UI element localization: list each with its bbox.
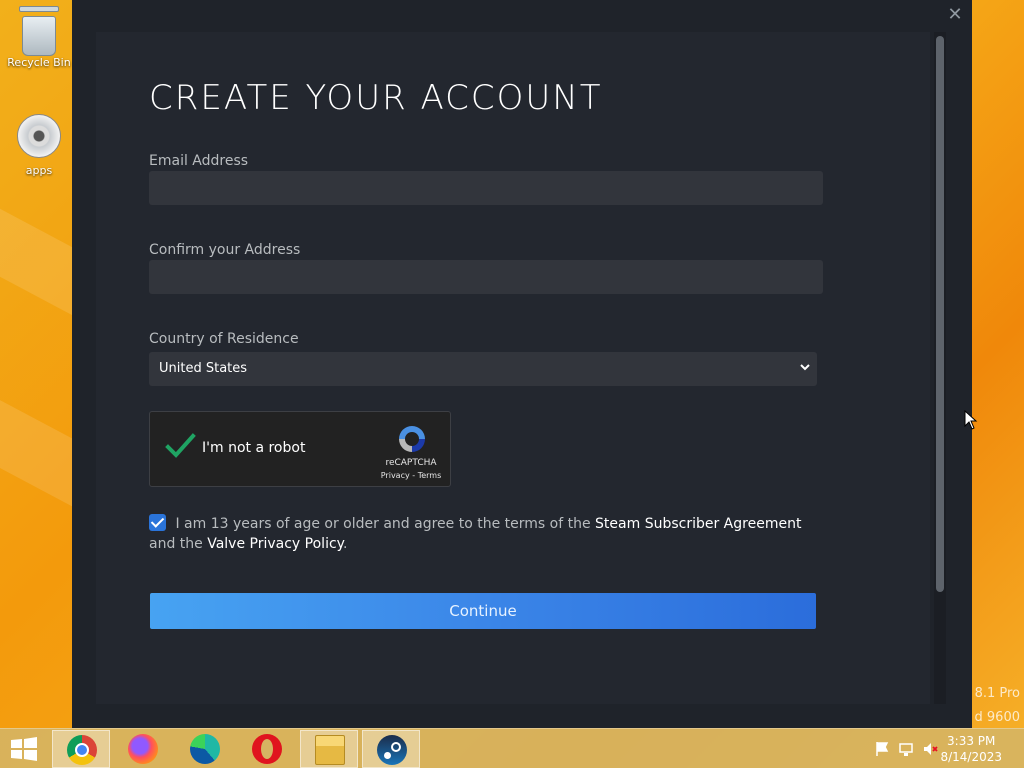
scrollbar-thumb[interactable] [936,36,944,592]
taskbar: 3:33 PM 8/14/2023 [0,728,1024,768]
system-clock[interactable]: 3:33 PM 8/14/2023 [940,733,1002,765]
taskbar-app-file-explorer[interactable] [300,730,358,768]
agreement-checkbox[interactable] [149,514,166,531]
taskbar-app-steam[interactable] [362,730,420,768]
steam-create-account-window: ✕ CREATE YOUR ACCOUNT Email Address Conf… [72,0,972,728]
mouse-cursor-icon [964,410,978,430]
taskbar-app-opera[interactable] [238,730,296,768]
desktop-icon-label: apps [25,164,53,177]
taskbar-app-firefox[interactable] [114,730,172,768]
flag-icon[interactable] [874,741,890,757]
recaptcha-links[interactable]: Privacy - Terms [375,471,447,480]
country-select[interactable]: United States [149,352,817,386]
clock-time: 3:33 PM [947,734,996,748]
edge-icon [190,734,220,764]
clock-date: 8/14/2023 [940,750,1002,764]
email-field[interactable] [149,171,823,205]
recaptcha-brand: reCAPTCHA [385,458,437,468]
recaptcha-label: I'm not a robot [202,440,306,456]
desktop-icon-label: Recycle Bin [7,56,71,69]
subscriber-agreement-link[interactable]: Steam Subscriber Agreement [595,516,801,532]
taskbar-app-edge[interactable] [176,730,234,768]
disc-icon [15,114,63,162]
confirm-email-label: Confirm your Address [149,242,301,258]
windows-start-icon[interactable] [10,737,38,761]
desktop-icon-apps[interactable]: apps [6,112,72,177]
agreement-text-middle: and the [149,536,203,552]
network-icon[interactable] [898,741,914,757]
page-title: CREATE YOUR ACCOUNT [149,78,603,118]
taskbar-app-chrome[interactable] [52,730,110,768]
windows-watermark-line2: d 9600 [974,710,1020,725]
scrollbar[interactable] [934,32,946,704]
continue-button[interactable]: Continue [150,593,816,629]
recaptcha-widget: I'm not a robot reCAPTCHA Privacy - Term… [149,411,451,487]
chevron-down-icon [797,352,813,386]
age-agreement: I am 13 years of age or older and agree … [149,514,829,554]
folder-icon [315,735,345,765]
recaptcha-logo-icon [395,422,429,456]
agreement-text-end: . [342,536,348,552]
desktop-icon-recycle-bin[interactable]: Recycle Bin [6,6,72,69]
close-icon[interactable]: ✕ [946,6,964,24]
recaptcha-checkbox[interactable] [164,430,196,462]
opera-icon [252,734,282,764]
chrome-icon [67,735,97,765]
windows-watermark-line1: 8.1 Pro [974,686,1020,701]
country-label: Country of Residence [149,331,299,347]
volume-muted-icon[interactable] [922,741,938,757]
steam-icon [377,735,407,765]
checkmark-icon [165,433,196,458]
confirm-email-field[interactable] [149,260,823,294]
recycle-bin-icon [15,6,63,56]
country-select-value: United States [159,361,248,376]
agreement-text: I am 13 years of age or older and agree … [175,516,591,532]
firefox-icon [128,734,158,764]
email-label: Email Address [149,153,249,169]
privacy-policy-link[interactable]: Valve Privacy Policy [207,536,343,552]
